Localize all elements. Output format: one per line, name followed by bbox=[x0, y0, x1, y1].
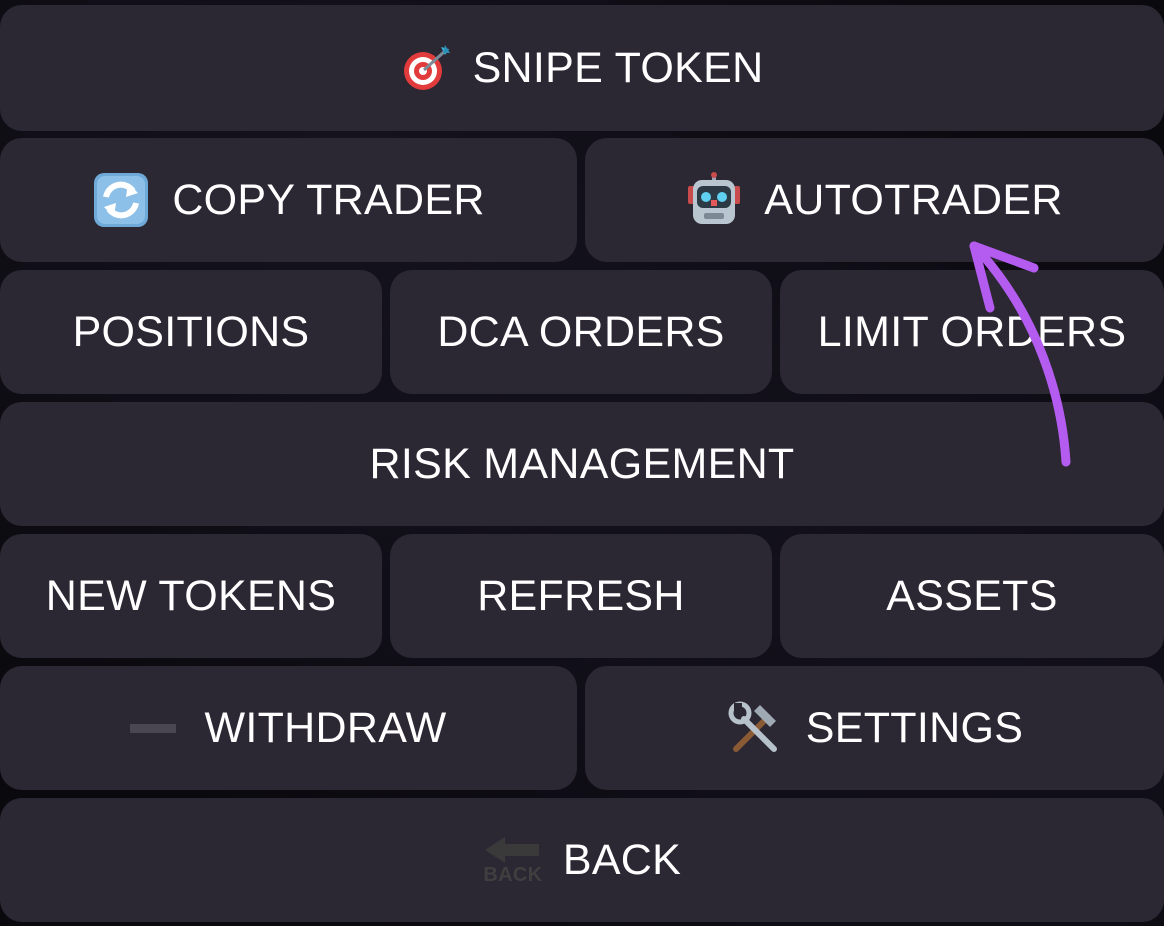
dart-target-icon bbox=[401, 43, 451, 93]
new-tokens-label: NEW TOKENS bbox=[45, 571, 337, 620]
assets-label: ASSETS bbox=[886, 571, 1058, 620]
positions-label: POSITIONS bbox=[72, 307, 310, 356]
snipe-token-label: SNIPE TOKEN bbox=[472, 43, 764, 92]
assets-button[interactable]: ASSETS bbox=[780, 534, 1164, 658]
autotrader-label: AUTOTRADER bbox=[764, 175, 1063, 224]
refresh-label: REFRESH bbox=[477, 571, 685, 620]
limit-orders-label: LIMIT ORDERS bbox=[817, 307, 1127, 356]
hammer-wrench-icon bbox=[726, 699, 784, 757]
new-tokens-button[interactable]: NEW TOKENS bbox=[0, 534, 382, 658]
risk-management-button[interactable]: RISK MANAGEMENT bbox=[0, 402, 1164, 526]
minus-icon bbox=[130, 721, 177, 735]
robot-icon bbox=[686, 172, 742, 228]
snipe-token-button[interactable]: SNIPE TOKEN bbox=[0, 5, 1164, 131]
back-icon-caption: BACK bbox=[483, 864, 543, 886]
autotrader-button[interactable]: AUTOTRADER bbox=[585, 138, 1164, 262]
dca-orders-label: DCA ORDERS bbox=[437, 307, 725, 356]
positions-button[interactable]: POSITIONS bbox=[0, 270, 382, 394]
withdraw-button[interactable]: WITHDRAW bbox=[0, 666, 577, 790]
back-button[interactable]: BACK BACK bbox=[0, 798, 1164, 922]
settings-label: SETTINGS bbox=[805, 703, 1024, 752]
back-label: BACK bbox=[562, 835, 682, 884]
limit-orders-button[interactable]: LIMIT ORDERS bbox=[780, 270, 1164, 394]
dca-orders-button[interactable]: DCA ORDERS bbox=[390, 270, 772, 394]
copy-trader-label: COPY TRADER bbox=[172, 175, 485, 224]
withdraw-label: WITHDRAW bbox=[204, 703, 447, 752]
settings-button[interactable]: SETTINGS bbox=[585, 666, 1164, 790]
copy-trader-button[interactable]: COPY TRADER bbox=[0, 138, 577, 262]
back-arrow-icon: BACK bbox=[483, 835, 543, 885]
refresh-arrows-icon bbox=[92, 171, 150, 229]
refresh-button[interactable]: REFRESH bbox=[390, 534, 772, 658]
risk-management-label: RISK MANAGEMENT bbox=[369, 439, 795, 488]
